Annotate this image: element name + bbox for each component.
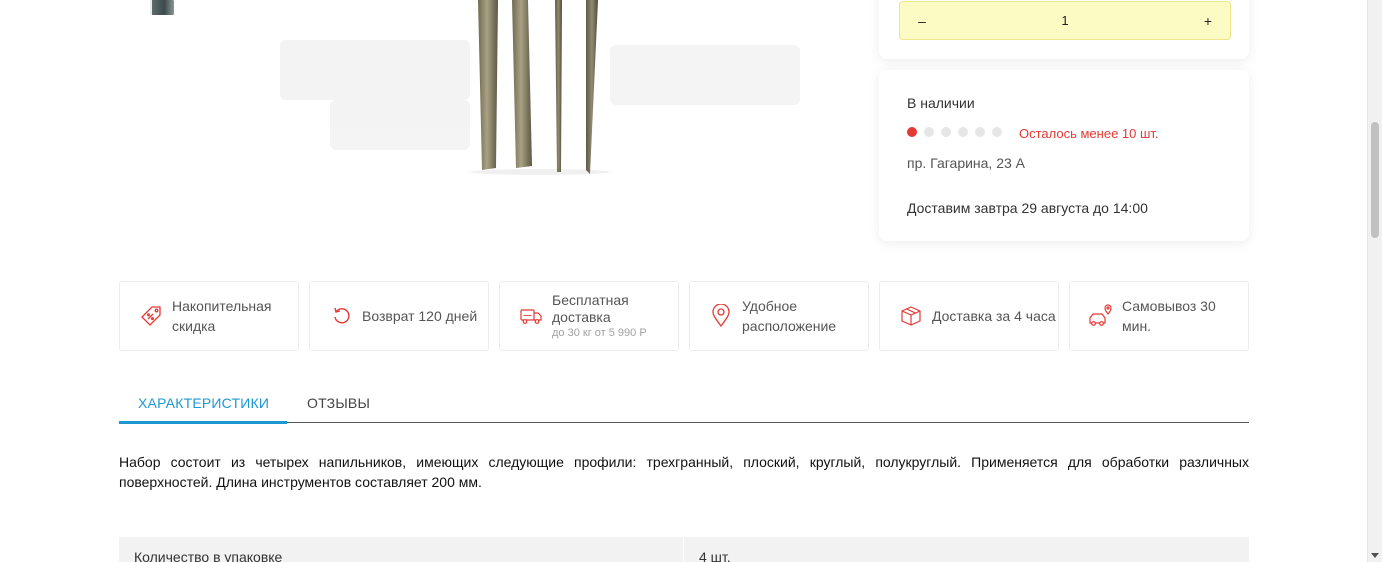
spec-row: Количество в упаковке 4 шт. [119, 537, 1249, 562]
quantity-increase-button[interactable]: + [1200, 13, 1216, 29]
feature-fast-delivery[interactable]: Доставка за 4 часа [879, 281, 1059, 351]
product-description: Набор состоит из четырех напильников, им… [119, 454, 1249, 490]
feature-location[interactable]: Удобное расположение [689, 281, 869, 351]
active-tab-indicator [119, 421, 287, 424]
stock-level-indicator [907, 127, 1002, 137]
feature-sublabel: до 30 кг от 5 990 Р [552, 327, 647, 339]
quantity-decrease-button[interactable]: – [914, 13, 930, 29]
page-scrollbar[interactable] [1367, 0, 1382, 562]
stock-level-dot [975, 127, 985, 137]
free-delivery-truck-icon [518, 303, 544, 329]
feature-label: Удобное расположение [742, 298, 837, 334]
location-pin-icon [708, 303, 734, 329]
feature-label: Бесплатная доставка [552, 292, 629, 325]
spec-value: 4 шт. [699, 549, 731, 562]
stock-card: В наличии Осталось менее 10 шт. пр. Гага… [879, 70, 1249, 241]
feature-return[interactable]: Возврат 120 дней [309, 281, 489, 351]
feature-pickup[interactable]: Самовывоз 30 мин. [1069, 281, 1249, 351]
car-pickup-icon [1088, 303, 1114, 329]
stock-level-dot [992, 127, 1002, 137]
discount-tag-icon [138, 303, 164, 329]
stock-status: В наличии [907, 95, 975, 111]
quantity-stepper[interactable]: – 1 + [899, 1, 1231, 40]
feature-label: Накопительная скидка [172, 298, 272, 334]
feature-label: Возврат 120 дней [362, 308, 478, 324]
stock-level-dot [924, 127, 934, 137]
spec-name: Количество в упаковке [119, 537, 684, 562]
quantity-value[interactable]: 1 [930, 13, 1200, 28]
feature-label-group: Бесплатная доставка до 30 кг от 5 990 Р [552, 292, 678, 340]
product-thumbnail[interactable] [150, 0, 174, 15]
stock-level-dot [941, 127, 951, 137]
feature-free-delivery[interactable]: Бесплатная доставка до 30 кг от 5 990 Р [499, 281, 679, 351]
tab-reviews[interactable]: ОТЗЫВЫ [307, 395, 370, 411]
tab-characteristics[interactable]: ХАРАКТЕРИСТИКИ [138, 395, 269, 411]
feature-list: Накопительная скидка Возврат 120 дней Бе… [119, 281, 1249, 351]
feature-cumulative-discount[interactable]: Накопительная скидка [119, 281, 299, 351]
stock-level-dot [907, 127, 917, 137]
scrollbar-thumb[interactable] [1371, 122, 1379, 238]
product-page: – 1 + В наличии Осталось менее 10 шт. пр… [0, 0, 1382, 562]
feature-label: Самовывоз 30 мин. [1122, 298, 1216, 334]
stock-remaining-text: Осталось менее 10 шт. [1019, 126, 1159, 141]
package-box-icon [898, 303, 924, 329]
feature-label: Доставка за 4 часа [932, 308, 1056, 324]
quantity-card: – 1 + [879, 0, 1249, 59]
product-tabs: ХАРАКТЕРИСТИКИ ОТЗЫВЫ [119, 382, 1249, 424]
return-arrow-icon [328, 303, 354, 329]
store-address: пр. Гагарина, 23 А [907, 155, 1026, 171]
delivery-info: Доставим завтра 29 августа до 14:00 [907, 200, 1148, 216]
scroll-down-arrow-icon[interactable] [1371, 553, 1379, 558]
product-image [280, 0, 800, 175]
stock-level-dot [958, 127, 968, 137]
